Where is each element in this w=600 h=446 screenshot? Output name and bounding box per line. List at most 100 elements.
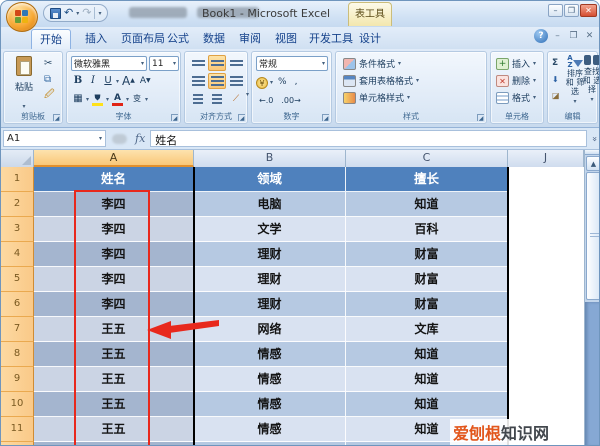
accounting-format-icon[interactable]: ¥ <box>256 76 268 89</box>
cell-skill[interactable]: 知道 <box>346 392 508 417</box>
minimize-button[interactable]: – <box>548 4 563 17</box>
select-all-corner[interactable] <box>1 150 34 167</box>
maximize-button[interactable]: ❐ <box>564 4 579 17</box>
formula-bar-expand-icon[interactable]: » <box>589 132 599 146</box>
cell-empty[interactable] <box>508 392 584 417</box>
cell-name-header[interactable]: 姓名 <box>34 167 194 192</box>
cell-skill[interactable]: 知道 <box>346 192 508 217</box>
increase-indent-button[interactable] <box>208 91 226 107</box>
cell-skill[interactable]: 财富 <box>346 242 508 267</box>
insert-cells-button[interactable]: + 插入 ▾ <box>493 55 539 72</box>
cell-empty[interactable] <box>508 292 584 317</box>
workbook-minimize-icon[interactable]: – <box>551 31 564 41</box>
cell-empty[interactable] <box>508 192 584 217</box>
orientation-button[interactable]: ⟋ <box>227 91 245 107</box>
format-as-table-button[interactable]: 套用表格格式 ▾ <box>340 72 422 89</box>
column-header-c[interactable]: C <box>346 150 508 167</box>
increase-decimal-button[interactable]: ←.0 <box>256 93 276 108</box>
workbook-close-icon[interactable]: ✕ <box>583 31 596 41</box>
cell-empty[interactable] <box>508 167 584 192</box>
column-header-b[interactable]: B <box>194 150 346 167</box>
font-color-button[interactable]: A <box>110 92 125 107</box>
row-header[interactable]: 3 <box>1 217 34 242</box>
row-header[interactable]: 6 <box>1 292 34 317</box>
insert-function-icon[interactable]: fx <box>135 132 145 145</box>
cell-skill[interactable]: 知道 <box>346 367 508 392</box>
decrease-indent-button[interactable] <box>189 91 207 107</box>
qat-customize-icon[interactable]: ▾ <box>98 10 101 17</box>
name-box[interactable]: A1 ▾ <box>3 130 106 147</box>
cell-empty[interactable] <box>508 317 584 342</box>
conditional-formatting-button[interactable]: 条件格式 ▾ <box>340 55 422 72</box>
office-button[interactable] <box>6 2 38 32</box>
column-header-a[interactable]: A <box>34 150 194 167</box>
borders-dropdown-icon[interactable]: ▾ <box>86 96 89 103</box>
tab-design[interactable]: 设计 <box>351 29 389 49</box>
row-header[interactable]: 9 <box>1 367 34 392</box>
scrollbar-split-handle[interactable] <box>585 150 599 155</box>
font-size-combo[interactable]: 11 ▾ <box>149 56 179 71</box>
align-bottom-button[interactable] <box>227 55 245 71</box>
italic-button[interactable]: I <box>86 74 100 89</box>
font-color-dropdown-icon[interactable]: ▾ <box>126 96 129 103</box>
bold-button[interactable]: B <box>71 74 85 89</box>
orientation-dropdown-icon[interactable]: ▾ <box>246 91 249 107</box>
tab-view[interactable]: 视图 <box>267 29 305 49</box>
shrink-font-button[interactable]: A ▼ <box>138 74 153 89</box>
cell-field[interactable]: 理财 <box>194 292 346 317</box>
cell-field[interactable]: 情感 <box>194 417 346 442</box>
decrease-decimal-button[interactable]: .00→ <box>278 93 303 108</box>
cut-icon[interactable]: ✂ <box>42 56 57 70</box>
borders-button[interactable]: ▦ <box>71 92 85 107</box>
name-box-dropdown-icon[interactable]: ▾ <box>99 135 102 142</box>
tab-formulas[interactable]: 公式 <box>159 29 197 49</box>
comma-style-button[interactable]: , <box>292 75 301 90</box>
font-dialog-launcher[interactable]: ◢ <box>171 114 178 122</box>
row-header[interactable]: 4 <box>1 242 34 267</box>
format-cells-button[interactable]: 格式 ▾ <box>493 89 539 106</box>
cell-field[interactable]: 情感 <box>194 392 346 417</box>
scrollbar-thumb[interactable] <box>586 172 599 300</box>
phonetic-guide-button[interactable]: 变 <box>130 92 144 107</box>
close-button[interactable]: ✕ <box>580 4 597 17</box>
align-center-button[interactable] <box>208 73 226 89</box>
workbook-restore-icon[interactable]: ❐ <box>567 31 580 41</box>
styles-dialog-launcher[interactable]: ◢ <box>477 114 484 122</box>
tab-home[interactable]: 开始 <box>31 29 71 49</box>
row-header[interactable]: 12 <box>1 442 34 445</box>
cell-skill-header[interactable]: 擅长 <box>346 167 508 192</box>
row-header[interactable]: 10 <box>1 392 34 417</box>
row-header[interactable]: 5 <box>1 267 34 292</box>
copy-icon[interactable]: ⧉ <box>42 72 57 86</box>
number-format-combo[interactable]: 常规 ▾ <box>256 56 328 71</box>
underline-dropdown-icon[interactable]: ▾ <box>116 78 119 85</box>
cell-empty[interactable] <box>508 367 584 392</box>
row-header[interactable]: 1 <box>1 167 34 192</box>
cell-skill[interactable]: 知道 <box>346 342 508 367</box>
paste-button[interactable]: 粘贴 ▾ <box>9 56 39 112</box>
align-left-button[interactable] <box>189 73 207 89</box>
cell-empty[interactable] <box>508 267 584 292</box>
fill-button[interactable]: ⬇ <box>550 72 562 86</box>
help-icon[interactable]: ? <box>534 29 548 43</box>
delete-cells-button[interactable]: ✕ 删除 ▾ <box>493 72 539 89</box>
cell-styles-button[interactable]: 单元格样式 ▾ <box>340 89 422 106</box>
cell-field[interactable]: 情感 <box>194 367 346 392</box>
row-header[interactable]: 11 <box>1 417 34 442</box>
scroll-up-icon[interactable]: ▲ <box>586 156 599 171</box>
align-middle-button[interactable] <box>208 55 226 71</box>
clipboard-dialog-launcher[interactable]: ◢ <box>53 114 60 122</box>
cell-field[interactable]: 美食 <box>194 442 346 445</box>
phonetic-dropdown-icon[interactable]: ▾ <box>145 96 148 103</box>
cell-skill[interactable]: 百科 <box>346 217 508 242</box>
tab-data[interactable]: 数据 <box>195 29 233 49</box>
formula-input[interactable]: 姓名 <box>150 130 587 147</box>
find-select-button[interactable]: 查找和 选择 ▾ <box>581 55 599 104</box>
cell-field[interactable]: 理财 <box>194 267 346 292</box>
percent-style-button[interactable]: % <box>275 75 290 90</box>
cell-field[interactable]: 情感 <box>194 342 346 367</box>
scrollbar-track[interactable] <box>585 302 599 445</box>
cell-empty[interactable] <box>508 342 584 367</box>
row-header[interactable]: 8 <box>1 342 34 367</box>
autosum-button[interactable]: Σ <box>550 56 562 70</box>
